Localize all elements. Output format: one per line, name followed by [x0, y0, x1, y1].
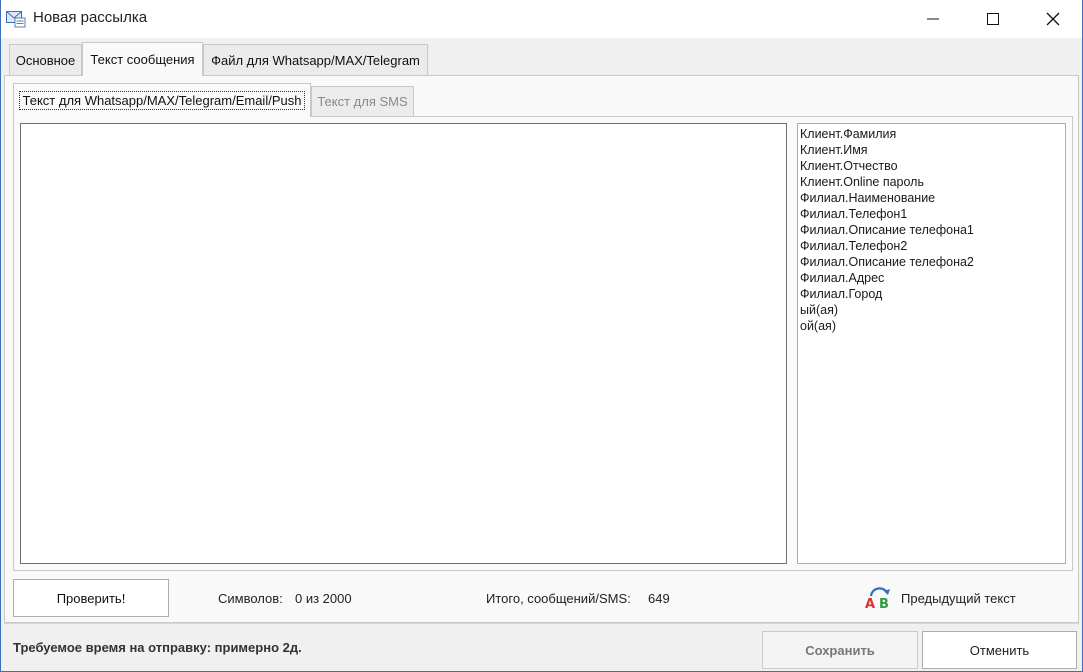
tab-messenger-file[interactable]: Файл для Whatsapp/MAX/Telegram [203, 44, 428, 75]
previous-text-icon[interactable]: A B [864, 584, 894, 612]
variable-item[interactable]: Клиент.Отчество [800, 158, 1063, 174]
variable-item[interactable]: ой(ая) [800, 318, 1063, 334]
variable-item[interactable]: Филиал.Адрес [800, 270, 1063, 286]
svg-text:B: B [879, 597, 889, 610]
subtab-messenger-text[interactable]: Текст для Whatsapp/MAX/Telegram/Email/Pu… [13, 83, 311, 117]
variables-list[interactable]: Клиент.Фамилия Клиент.Имя Клиент.Отчество К… [797, 123, 1066, 564]
chars-count: 0 из 2000 [295, 591, 352, 606]
total-messages-label: Итого, сообщений/SMS: [486, 591, 631, 606]
variable-item[interactable]: Филиал.Описание телефона2 [800, 254, 1063, 270]
save-button[interactable]: Сохранить [762, 631, 918, 669]
check-button[interactable]: Проверить! [13, 579, 169, 617]
subtab-messenger-text-label: Текст для Whatsapp/MAX/Telegram/Email/Pu… [18, 91, 306, 110]
cancel-button[interactable]: Отменить [922, 631, 1077, 669]
chars-label: Символов: [218, 591, 283, 606]
svg-text:A: A [865, 597, 875, 610]
total-messages-count: 649 [648, 591, 670, 606]
footer-divider [4, 623, 1079, 624]
message-text-editor[interactable] [20, 123, 787, 564]
tab-main[interactable]: Основное [9, 44, 82, 75]
window-title: Новая рассылка [33, 9, 148, 26]
close-button[interactable] [1023, 0, 1083, 38]
close-icon [1046, 12, 1060, 26]
maximize-button[interactable] [963, 0, 1023, 38]
maximize-icon [987, 13, 999, 25]
minimize-button[interactable] [903, 0, 963, 38]
variable-item[interactable]: Филиал.Наименование [800, 190, 1063, 206]
variable-item[interactable]: Филиал.Город [800, 286, 1063, 302]
variable-item[interactable]: Клиент.Имя [800, 142, 1063, 158]
minimize-icon [927, 18, 939, 20]
subtab-sms-text[interactable]: Текст для SMS [311, 86, 414, 116]
variable-item[interactable]: Клиент.Фамилия [800, 126, 1063, 142]
tab-message-text[interactable]: Текст сообщения [82, 42, 203, 76]
required-time-text: Требуемое время на отправку: примерно 2д… [13, 640, 302, 655]
variable-item[interactable]: ый(ая) [800, 302, 1063, 318]
previous-text-link[interactable]: Предыдущий текст [901, 591, 1016, 606]
mail-app-icon [6, 10, 26, 28]
variable-item[interactable]: Клиент.Online пароль [800, 174, 1063, 190]
variable-item[interactable]: Филиал.Телефон1 [800, 206, 1063, 222]
variable-item[interactable]: Филиал.Телефон2 [800, 238, 1063, 254]
variable-item[interactable]: Филиал.Описание телефона1 [800, 222, 1063, 238]
